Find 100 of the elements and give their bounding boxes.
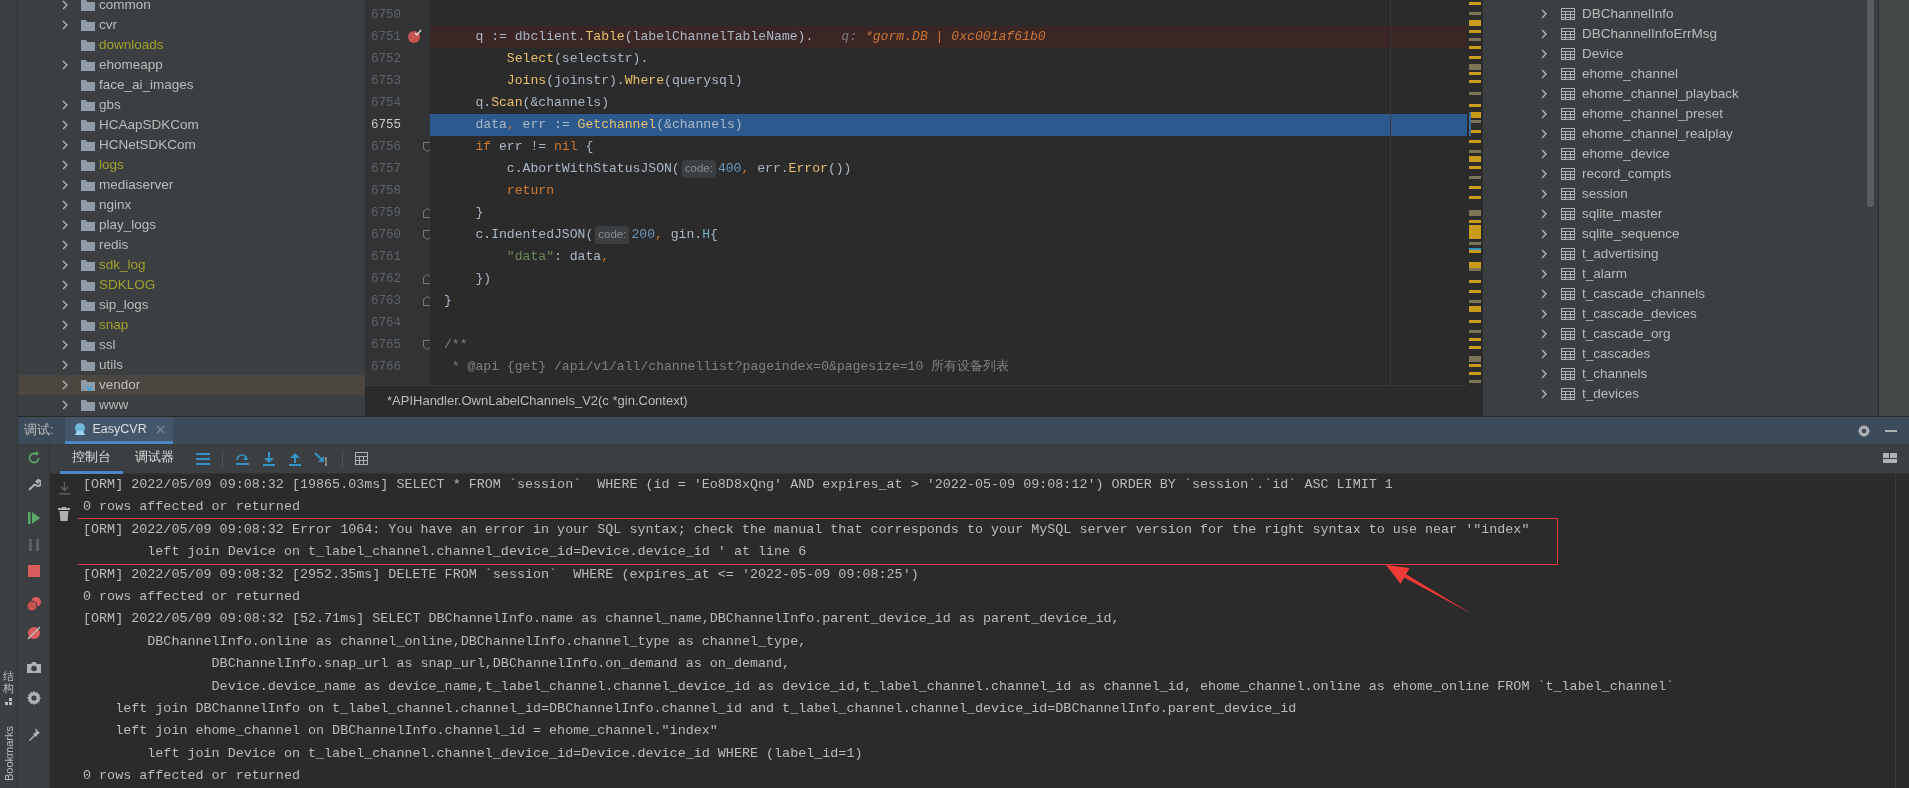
chevron-icon[interactable] — [62, 340, 69, 350]
chevron-icon[interactable] — [62, 260, 69, 270]
settings-icon[interactable] — [1857, 423, 1871, 438]
chevron-icon[interactable] — [62, 60, 69, 70]
tree-item[interactable]: common — [18, 0, 365, 15]
table-item[interactable]: ehome_channel_realplay — [1541, 124, 1878, 144]
chevron-icon[interactable] — [62, 120, 69, 130]
tree-item[interactable]: www — [18, 395, 365, 415]
chevron-icon[interactable] — [1541, 109, 1548, 119]
trash-icon[interactable] — [58, 507, 70, 521]
structure-icon[interactable] — [4, 697, 13, 706]
stop-icon[interactable] — [27, 565, 40, 577]
rerun-icon[interactable] — [26, 451, 41, 465]
run-to-cursor-icon[interactable] — [314, 451, 330, 466]
chevron-icon[interactable] — [1541, 49, 1548, 59]
resume-icon[interactable] — [26, 511, 41, 525]
table-icon[interactable] — [355, 452, 368, 465]
chevron-icon[interactable] — [1541, 389, 1548, 399]
tree-item[interactable]: downloads — [18, 35, 365, 55]
table-item[interactable]: ehome_channel_preset — [1541, 104, 1878, 124]
chevron-icon[interactable] — [1541, 89, 1548, 99]
breakpoint-icon[interactable] — [407, 29, 422, 44]
mute-breakpoints-icon[interactable] — [25, 625, 42, 641]
chevron-icon[interactable] — [1541, 129, 1548, 139]
table-item[interactable]: DBChannelInfo — [1541, 4, 1878, 24]
tree-item[interactable]: mediaserver — [18, 175, 365, 195]
side-tab-label[interactable]: 结构 — [3, 669, 14, 694]
fold-icon[interactable] — [423, 142, 432, 152]
chevron-icon[interactable] — [62, 280, 69, 290]
chevron-icon[interactable] — [62, 20, 69, 30]
tree-item[interactable]: logs — [18, 155, 365, 175]
chevron-icon[interactable] — [1541, 269, 1548, 279]
chevron-icon[interactable] — [62, 160, 69, 170]
tree-item[interactable]: nginx — [18, 195, 365, 215]
tree-item[interactable]: ehomeapp — [18, 55, 365, 75]
tree-item[interactable]: HCNetSDKCom — [18, 135, 365, 155]
tree-item[interactable]: face_ai_images — [18, 75, 365, 95]
table-item[interactable]: session — [1541, 184, 1878, 204]
camera-icon[interactable] — [25, 660, 42, 674]
chevron-icon[interactable] — [1541, 349, 1548, 359]
side-tab-label[interactable]: Bookmarks — [1, 725, 16, 781]
table-item[interactable]: t_alarm — [1541, 264, 1878, 284]
tree-item[interactable]: gbs — [18, 95, 365, 115]
chevron-icon[interactable] — [1541, 369, 1548, 379]
chevron-icon[interactable] — [1541, 69, 1548, 79]
chevron-icon[interactable] — [1541, 29, 1548, 39]
settings-icon[interactable] — [25, 690, 42, 706]
table-item[interactable]: sqlite_sequence — [1541, 224, 1878, 244]
table-item[interactable]: ehome_device — [1541, 144, 1878, 164]
wrench-icon[interactable] — [26, 478, 41, 492]
chevron-icon[interactable] — [62, 220, 69, 230]
fold-icon[interactable] — [423, 208, 432, 218]
menu-icon[interactable] — [196, 452, 210, 465]
chevron-icon[interactable] — [1541, 169, 1548, 179]
breakpoints-icon[interactable] — [25, 596, 42, 612]
layout-icon[interactable] — [1883, 451, 1897, 466]
table-item[interactable]: t_devices — [1541, 384, 1878, 404]
table-item[interactable]: record_compts — [1541, 164, 1878, 184]
fold-icon[interactable] — [423, 274, 432, 284]
chevron-icon[interactable] — [1541, 229, 1548, 239]
chevron-icon[interactable] — [1541, 149, 1548, 159]
chevron-icon[interactable] — [1541, 9, 1548, 19]
chevron-icon[interactable] — [62, 320, 69, 330]
tree-item[interactable]: sip_logs — [18, 295, 365, 315]
fold-icon[interactable] — [423, 230, 432, 240]
table-item[interactable]: t_cascades — [1541, 344, 1878, 364]
tree-item[interactable]: SDKLOG — [18, 275, 365, 295]
step-over-icon[interactable] — [235, 451, 250, 466]
step-out-icon[interactable] — [288, 451, 302, 466]
chevron-icon[interactable] — [62, 380, 69, 390]
table-item[interactable]: t_channels — [1541, 364, 1878, 384]
table-item[interactable]: ehome_channel_playback — [1541, 84, 1878, 104]
chevron-icon[interactable] — [62, 180, 69, 190]
tree-item[interactable]: ssl — [18, 335, 365, 355]
chevron-icon[interactable] — [1541, 249, 1548, 259]
chevron-icon[interactable] — [1541, 309, 1548, 319]
table-item[interactable]: sqlite_master — [1541, 204, 1878, 224]
tree-item[interactable]: redis — [18, 235, 365, 255]
chevron-icon[interactable] — [62, 400, 69, 410]
table-item[interactable]: ehome_channel — [1541, 64, 1878, 84]
chevron-icon[interactable] — [62, 200, 69, 210]
tree-item[interactable]: sdk_log — [18, 255, 365, 275]
fold-icon[interactable] — [423, 296, 432, 306]
tree-item[interactable]: play_logs — [18, 215, 365, 235]
minimize-icon[interactable] — [1885, 429, 1897, 432]
table-item[interactable]: Device — [1541, 44, 1878, 64]
chevron-icon[interactable] — [62, 240, 69, 250]
chevron-icon[interactable] — [62, 100, 69, 110]
fold-icon[interactable] — [423, 340, 432, 350]
chevron-icon[interactable] — [1541, 209, 1548, 219]
chevron-icon[interactable] — [62, 140, 69, 150]
chevron-icon[interactable] — [1541, 329, 1548, 339]
tree-item[interactable]: utils — [18, 355, 365, 375]
chevron-icon[interactable] — [1541, 189, 1548, 199]
chevron-icon[interactable] — [62, 360, 69, 370]
tree-item[interactable]: HCAapSDKCom — [18, 115, 365, 135]
tree-item[interactable]: snap — [18, 315, 365, 335]
tree-item[interactable]: vendor — [18, 375, 365, 395]
step-into-icon[interactable] — [262, 451, 276, 466]
table-item[interactable]: t_cascade_devices — [1541, 304, 1878, 324]
